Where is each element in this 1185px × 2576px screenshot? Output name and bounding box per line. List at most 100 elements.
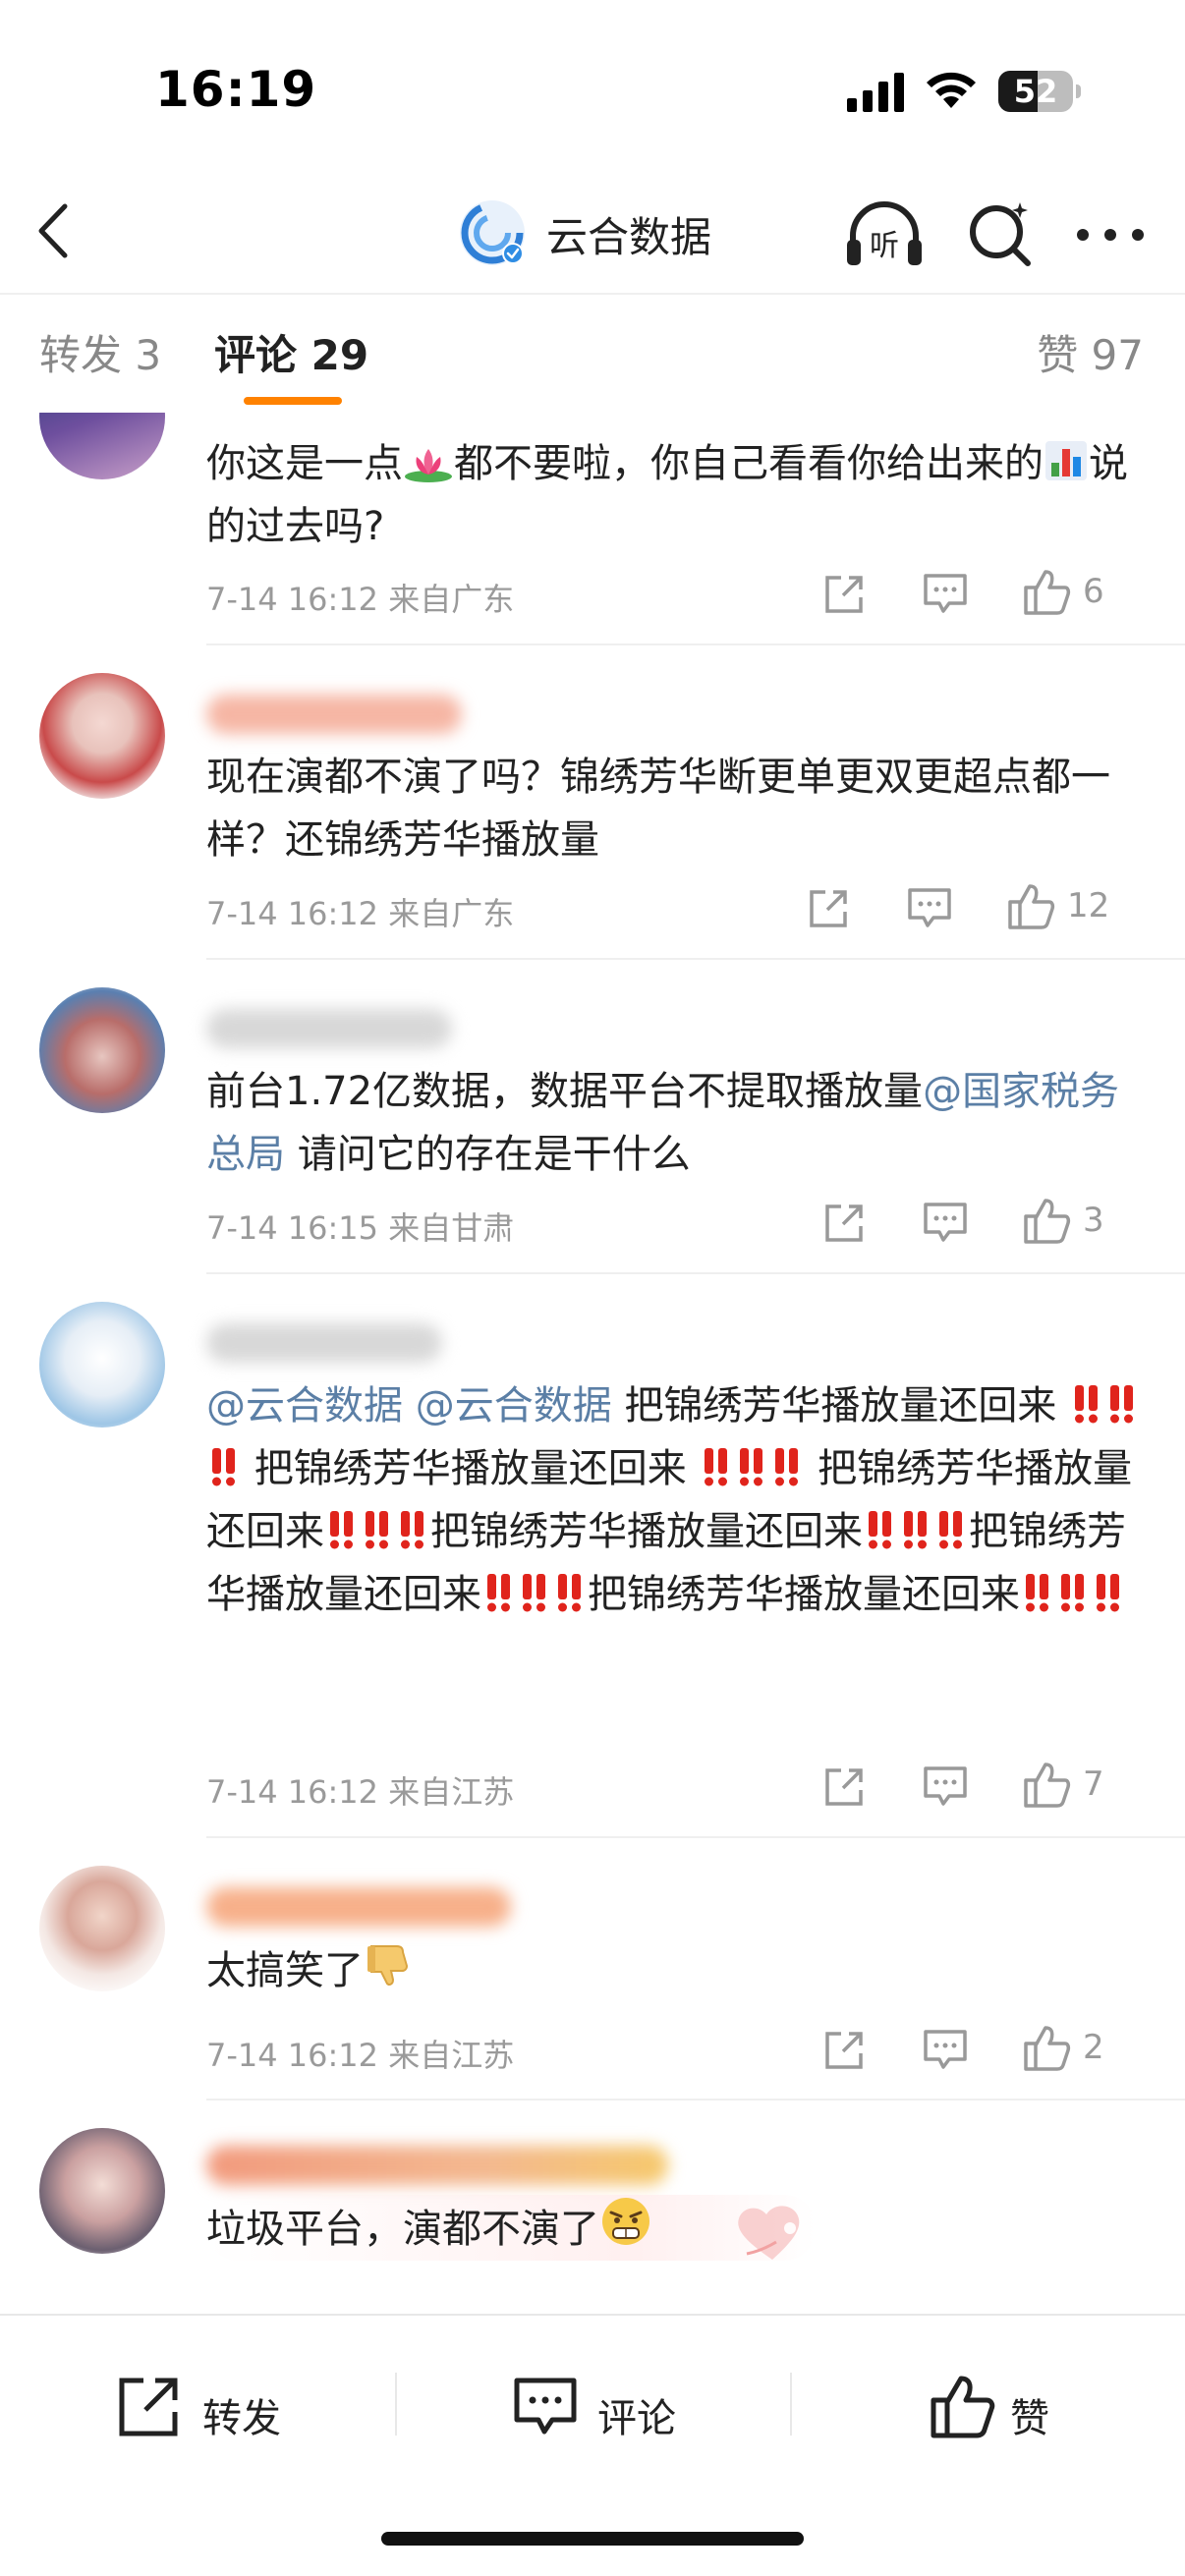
double-exclamation-icon [1097, 1574, 1119, 1612]
double-exclamation-icon [401, 1511, 423, 1549]
double-exclamation-icon [869, 1511, 891, 1549]
comment-list: 你这是一点 都不要啦，你自己看看你给出来的 说的过去吗? 7-14 16:12 … [0, 413, 1185, 2314]
double-exclamation-icon [487, 1574, 510, 1612]
comment-button[interactable]: 评论 [511, 2373, 707, 2451]
like-count: 6 [1083, 572, 1104, 611]
double-exclamation-icon [1110, 1385, 1134, 1424]
comment-meta: 7-14 16:12 来自广东 [206, 581, 515, 618]
comment-meta: 7-14 16:12 来自广东 [206, 895, 515, 932]
bottom-action-bar: 转发 评论 赞 [0, 2314, 1185, 2576]
repost-icon [119, 2378, 178, 2436]
share-icon[interactable] [821, 2028, 867, 2073]
avatar[interactable] [39, 2128, 165, 2254]
username-blurred[interactable] [206, 1009, 452, 1048]
brand-logo-icon[interactable] [456, 196, 529, 269]
double-exclamation-emoji-icon [863, 1509, 969, 1554]
comment-text: @云合数据 @云合数据 把锦绣芳华播放量还回来 把锦绣芳华播放量还回来 把锦绣芳… [206, 1374, 1150, 1626]
divider [395, 2373, 397, 2436]
tab-likes[interactable]: 赞 97 [1037, 322, 1144, 382]
avatar[interactable] [39, 413, 165, 479]
share-icon[interactable] [821, 572, 867, 617]
share-icon[interactable] [806, 886, 851, 931]
comment-icon[interactable] [922, 1201, 969, 1244]
more-icon[interactable] [1071, 210, 1150, 259]
double-exclamation-icon [1026, 1574, 1048, 1612]
avatar[interactable] [39, 987, 165, 1113]
chart-emoji-icon [1045, 441, 1087, 480]
double-exclamation-icon [523, 1574, 545, 1612]
like-icon[interactable] [1022, 1761, 1071, 1810]
tab-comments[interactable]: 评论 29 [214, 322, 368, 382]
comment-actions: 12 [810, 882, 1146, 941]
comment-meta: 7-14 16:15 来自甘肃 [206, 1209, 515, 1247]
comment-actions: 2 [821, 2024, 1146, 2083]
back-icon[interactable] [29, 196, 79, 265]
double-exclamation-emoji-icon [324, 1509, 430, 1554]
comment-meta: 7-14 16:12 来自江苏 [206, 1773, 515, 1811]
listen-icon[interactable]: 听 [843, 196, 926, 271]
avatar[interactable] [39, 673, 165, 799]
comment-item: 垃圾平台，演都不演了 [0, 2100, 1185, 2314]
avatar[interactable] [39, 1866, 165, 1991]
like-icon[interactable] [1006, 882, 1055, 931]
divider [790, 2373, 792, 2436]
double-exclamation-icon [775, 1448, 799, 1486]
double-exclamation-icon [939, 1511, 962, 1549]
comment-item: 太搞笑了 7-14 16:12 来自江苏 2 [0, 1838, 1185, 2099]
repost-button[interactable]: 转发 [114, 2373, 310, 2451]
tab-repost[interactable]: 转发 3 [39, 322, 161, 382]
share-icon[interactable] [821, 1201, 867, 1246]
comment-icon[interactable] [922, 1764, 969, 1808]
like-count: 7 [1083, 1764, 1104, 1804]
mention-link[interactable]: @云合数据 [416, 1383, 612, 1428]
comment-item: 前台1.72亿数据，数据平台不提取播放量@国家税务总局 请问它的存在是干什么 7… [0, 960, 1185, 1272]
like-icon [931, 2376, 995, 2438]
comment-icon[interactable] [922, 2028, 969, 2071]
comment-text: 你这是一点 都不要啦，你自己看看你给出来的 说的过去吗? [206, 441, 1128, 549]
angry-face-emoji-icon [602, 2198, 649, 2245]
like-icon[interactable] [1022, 2024, 1071, 2073]
mention-link[interactable]: @云合数据 [206, 1383, 403, 1428]
double-exclamation-icon [558, 1574, 581, 1612]
search-icon[interactable] [963, 196, 1038, 271]
username-blurred[interactable] [206, 1887, 511, 1927]
battery-icon: 52 [998, 71, 1081, 112]
share-icon[interactable] [821, 1764, 867, 1810]
username-blurred[interactable] [206, 1323, 442, 1363]
comment-text: 现在演都不演了吗？锦绣芳华断更单更双更超点都一样？还锦绣芳华播放量 [206, 755, 1110, 863]
username-blurred[interactable] [206, 695, 462, 734]
comment-actions: 3 [821, 1197, 1146, 1256]
lotus-emoji-icon [405, 449, 452, 482]
like-label: 赞 [1010, 2396, 1049, 2441]
tab-bar: 转发 3 评论 29 赞 97 [0, 295, 1185, 413]
like-button[interactable]: 赞 [928, 2373, 1085, 2451]
cellular-signal-icon [847, 73, 904, 112]
wifi-icon [927, 72, 976, 108]
comment-icon [514, 2378, 577, 2435]
comment-actions: 7 [821, 1761, 1146, 1820]
comment-icon[interactable] [906, 886, 953, 929]
comment-text: 前台1.72亿数据，数据平台不提取播放量@国家税务总局 请问它的存在是干什么 [206, 1069, 1120, 1177]
page-title[interactable]: 云合数据 [546, 204, 711, 264]
status-time: 16:19 [155, 61, 317, 118]
like-icon[interactable] [1022, 1197, 1071, 1246]
username-blurred[interactable] [206, 2146, 668, 2185]
double-exclamation-icon [740, 1448, 763, 1486]
nav-bar: 云合数据 听 [0, 167, 1185, 295]
comment-icon[interactable] [922, 572, 969, 615]
double-exclamation-icon [366, 1511, 388, 1549]
double-exclamation-icon [1061, 1574, 1084, 1612]
like-count: 12 [1067, 886, 1110, 925]
double-exclamation-icon [904, 1511, 927, 1549]
comment-meta: 7-14 16:12 来自江苏 [206, 2037, 515, 2074]
avatar[interactable] [39, 1302, 165, 1428]
like-icon[interactable] [1022, 568, 1071, 617]
battery-percentage: 52 [1013, 73, 1058, 110]
double-exclamation-icon [705, 1448, 728, 1486]
thumbs-down-emoji-icon [367, 1945, 409, 1986]
comment-actions: 6 [821, 568, 1146, 627]
heart-decoration-icon [738, 2206, 800, 2260]
comment-item: 现在演都不演了吗？锦绣芳华断更单更双更超点都一样？还锦绣芳华播放量 7-14 1… [0, 645, 1185, 958]
like-count: 3 [1083, 1201, 1104, 1240]
comment-text: 太搞笑了 [206, 1938, 1150, 2002]
